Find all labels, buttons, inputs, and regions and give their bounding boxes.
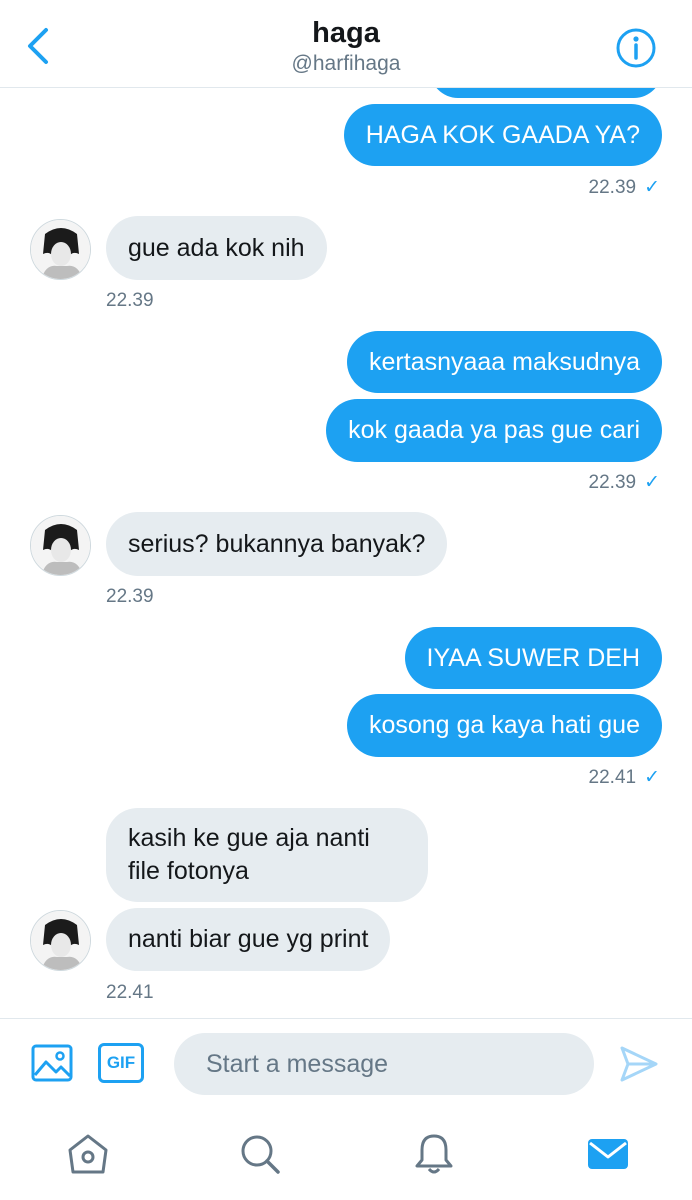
message-text: kok gaada ya pas gue cari bbox=[348, 416, 640, 444]
message-text: serius? bukannya banyak? bbox=[128, 529, 426, 558]
home-icon bbox=[68, 1134, 108, 1174]
avatar[interactable] bbox=[30, 910, 91, 971]
message-bubble-incoming[interactable]: serius? bukannya banyak? bbox=[106, 512, 448, 576]
message-input[interactable] bbox=[174, 1033, 594, 1095]
timestamp-text: 22.41 bbox=[588, 767, 637, 788]
info-icon bbox=[616, 28, 656, 68]
tab-home[interactable] bbox=[66, 1132, 110, 1176]
message-text: IYAA SUWER DEH bbox=[426, 643, 640, 672]
gif-button[interactable]: GIF bbox=[98, 1043, 144, 1083]
message-thread[interactable]: HAGA KOK GAADA YA? 22.39 ✓ gue ada kok ni… bbox=[0, 88, 692, 1018]
info-button[interactable] bbox=[614, 26, 658, 70]
message-timestamp: 22.39 ✓ bbox=[589, 471, 660, 494]
timestamp-text: 22.39 bbox=[588, 472, 637, 493]
message-bubble-outgoing[interactable]: kertasnyaaa maksudnya bbox=[347, 331, 662, 393]
message-bubble-outgoing[interactable]: IYAA SUWER DEH bbox=[404, 627, 662, 689]
tab-messages[interactable] bbox=[586, 1132, 630, 1176]
avatar-photo-icon bbox=[31, 220, 90, 279]
read-check-icon: ✓ bbox=[644, 472, 660, 493]
gif-label: GIF bbox=[106, 1053, 136, 1072]
avatar[interactable] bbox=[30, 219, 91, 280]
message-bubble-outgoing[interactable]: kok gaada ya pas gue cari bbox=[326, 399, 662, 462]
message-timestamp: 22.39 bbox=[106, 586, 154, 607]
avatar[interactable] bbox=[30, 515, 91, 576]
avatar-photo-icon bbox=[31, 911, 90, 970]
message-timestamp: 22.41 ✓ bbox=[589, 766, 660, 789]
avatar-photo-icon bbox=[31, 516, 90, 575]
message-text: kertasnyaaa maksudnya bbox=[369, 347, 640, 376]
read-check-icon: ✓ bbox=[644, 177, 660, 198]
tab-search[interactable] bbox=[238, 1132, 282, 1176]
conversation-header: haga @harfihaga bbox=[0, 0, 692, 88]
message-composer: GIF bbox=[0, 1018, 692, 1110]
conversation-handle: @harfihaga bbox=[291, 52, 401, 75]
messages-icon bbox=[588, 1139, 628, 1169]
message-bubble-outgoing[interactable]: kosong ga kaya hati gue bbox=[346, 694, 662, 757]
image-icon bbox=[31, 1044, 73, 1082]
message-text: HAGA KOK GAADA YA? bbox=[365, 120, 640, 149]
bottom-tab-bar bbox=[0, 1110, 692, 1200]
message-bubble-incoming[interactable]: nanti biar gue yg print bbox=[106, 908, 391, 971]
message-bubble-incoming[interactable]: kasih ke gue aja nanti file fotonya bbox=[106, 808, 428, 902]
send-button[interactable] bbox=[618, 1043, 660, 1085]
add-media-button[interactable] bbox=[30, 1041, 74, 1085]
message-timestamp: 22.39 bbox=[106, 290, 154, 311]
timestamp-text: 22.39 bbox=[588, 177, 637, 198]
conversation-title-block[interactable]: haga @harfihaga bbox=[0, 16, 692, 78]
message-bubble-incoming[interactable]: gue ada kok nih bbox=[106, 216, 327, 280]
search-icon bbox=[241, 1135, 280, 1174]
conversation-title: haga bbox=[312, 17, 380, 49]
message-timestamp: 22.39 ✓ bbox=[589, 176, 660, 199]
message-text: nanti biar gue yg print bbox=[128, 925, 369, 953]
message-text: kosong ga kaya hati gue bbox=[368, 711, 640, 739]
message-bubble-outgoing[interactable]: HAGA KOK GAADA YA? bbox=[343, 104, 662, 166]
read-check-icon: ✓ bbox=[644, 767, 660, 788]
message-bubble-outgoing-cut[interactable] bbox=[430, 88, 662, 98]
message-text: gue ada kok nih bbox=[128, 233, 305, 262]
notifications-icon bbox=[415, 1134, 453, 1174]
message-text: kasih ke gue aja nanti file fotonya bbox=[128, 824, 370, 885]
tab-notifications[interactable] bbox=[412, 1132, 456, 1176]
message-timestamp: 22.41 bbox=[106, 982, 154, 1003]
send-icon bbox=[620, 1046, 658, 1082]
